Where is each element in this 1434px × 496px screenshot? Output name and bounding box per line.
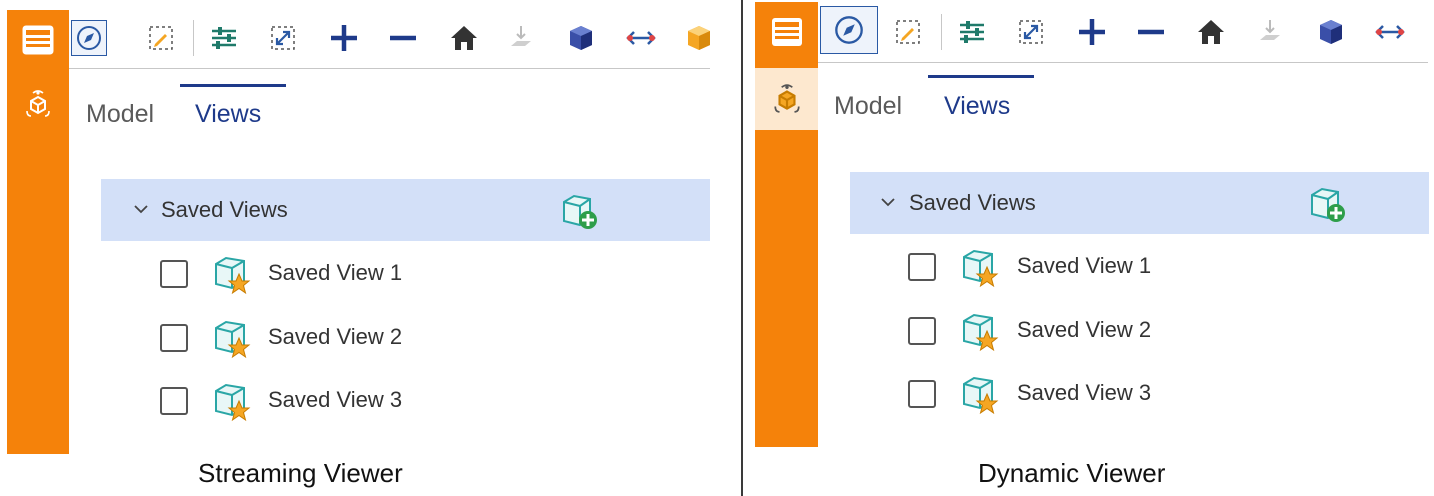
zoom-out-button[interactable]	[385, 20, 421, 56]
zoom-out-icon	[390, 35, 416, 41]
home-button[interactable]	[1193, 14, 1229, 50]
toolbar	[818, 2, 1428, 63]
add-view-icon	[563, 194, 597, 229]
home-button[interactable]	[446, 20, 482, 56]
saved-view-label: Saved View 2	[268, 324, 403, 349]
markup-button[interactable]	[143, 20, 179, 56]
markup-icon	[896, 20, 920, 44]
connected-cube-icon	[773, 84, 800, 113]
tab-views[interactable]: Views	[944, 92, 1010, 121]
chevron-down-icon	[881, 198, 895, 207]
tab-views[interactable]: Views	[195, 100, 261, 129]
settings-button[interactable]	[206, 20, 242, 56]
saved-view-star-icon	[963, 376, 999, 415]
fit-view-icon	[271, 26, 295, 50]
section-button[interactable]	[503, 20, 539, 56]
saved-views-group-header[interactable]: Saved Views	[101, 179, 710, 241]
saved-views-group-label: Saved Views	[909, 190, 1036, 215]
list-item[interactable]: Saved View 2	[160, 320, 560, 360]
panel-caption: Streaming Viewer	[198, 458, 403, 488]
measure-icon	[1375, 25, 1405, 39]
cube-icon	[570, 26, 592, 50]
view-checkbox[interactable]	[908, 380, 936, 408]
zoom-in-icon	[1079, 19, 1105, 45]
list-item[interactable]: Saved View 1	[908, 249, 1308, 289]
model-tree-button[interactable]	[755, 68, 818, 130]
cube-button[interactable]	[563, 20, 599, 56]
saved-view-star-icon	[215, 256, 251, 295]
home-icon	[451, 26, 477, 50]
view-checkbox[interactable]	[160, 260, 188, 288]
connected-cube-icon	[26, 90, 50, 117]
measure-icon	[626, 31, 656, 45]
navigate-icon	[77, 26, 101, 50]
zoom-in-button[interactable]	[326, 20, 362, 56]
model-tree-button[interactable]	[7, 78, 69, 130]
settings-sliders-icon	[212, 27, 236, 49]
view-checkbox[interactable]	[908, 253, 936, 281]
navigate-button[interactable]	[820, 6, 878, 54]
saved-view-label: Saved View 1	[1017, 253, 1152, 278]
list-item[interactable]: Saved View 1	[160, 256, 560, 296]
saved-view-star-icon	[215, 320, 251, 359]
part-button[interactable]	[681, 20, 710, 56]
section-button[interactable]	[1252, 14, 1288, 50]
markup-icon	[149, 26, 173, 50]
panel-list-icon	[771, 18, 802, 46]
saved-view-star-icon	[963, 313, 999, 352]
list-item[interactable]: Saved View 3	[160, 383, 560, 423]
view-checkbox[interactable]	[160, 324, 188, 352]
zoom-out-icon	[1138, 29, 1164, 35]
navigate-button[interactable]	[71, 20, 107, 56]
fit-view-button[interactable]	[1013, 14, 1049, 50]
measure-button[interactable]	[1372, 14, 1408, 50]
panel-divider	[741, 0, 743, 496]
tab-model[interactable]: Model	[834, 92, 902, 121]
markup-button[interactable]	[890, 14, 926, 50]
home-icon	[1198, 20, 1224, 44]
saved-views-group-label: Saved Views	[161, 197, 288, 222]
section-icon	[1260, 20, 1280, 40]
panel-caption: Dynamic Viewer	[978, 458, 1166, 488]
add-saved-view-button[interactable]	[1308, 186, 1348, 229]
view-checkbox[interactable]	[160, 387, 188, 415]
list-item[interactable]: Saved View 2	[908, 313, 1308, 353]
saved-view-label: Saved View 3	[268, 387, 403, 412]
settings-button[interactable]	[954, 14, 990, 50]
panel-list-icon	[22, 25, 54, 55]
saved-view-label: Saved View 2	[1017, 317, 1152, 342]
add-saved-view-button[interactable]	[560, 193, 600, 236]
cube-icon	[1320, 20, 1342, 44]
fit-view-icon	[1019, 20, 1043, 44]
settings-sliders-icon	[960, 21, 984, 43]
saved-view-label: Saved View 3	[1017, 380, 1152, 405]
navigate-icon	[835, 16, 863, 44]
active-tab-indicator	[928, 75, 1034, 78]
add-view-icon	[1311, 187, 1345, 222]
panel-toggle-button[interactable]	[7, 10, 69, 70]
zoom-in-button[interactable]	[1074, 14, 1110, 50]
streaming-viewer-panel: Model Views Saved Views Saved View 1 Sav…	[0, 0, 741, 496]
saved-view-star-icon	[215, 383, 251, 422]
zoom-in-icon	[331, 25, 357, 51]
saved-view-label: Saved View 1	[268, 260, 403, 285]
sidebar	[7, 10, 69, 454]
cube-button[interactable]	[1313, 14, 1349, 50]
active-tab-indicator	[180, 84, 286, 87]
section-icon	[511, 26, 531, 46]
dynamic-viewer-panel: Model Views Saved Views Saved View 1 Sav…	[745, 0, 1434, 496]
view-checkbox[interactable]	[908, 317, 936, 345]
tab-model[interactable]: Model	[86, 100, 154, 129]
saved-views-group-header[interactable]: Saved Views	[850, 172, 1429, 234]
part-icon	[688, 26, 710, 50]
list-item[interactable]: Saved View 3	[908, 376, 1308, 416]
chevron-down-icon	[134, 205, 148, 214]
measure-button[interactable]	[623, 20, 659, 56]
fit-view-button[interactable]	[265, 20, 301, 56]
zoom-out-button[interactable]	[1133, 14, 1169, 50]
panel-toggle-button[interactable]	[755, 2, 818, 62]
saved-view-star-icon	[963, 249, 999, 288]
toolbar	[69, 8, 710, 69]
